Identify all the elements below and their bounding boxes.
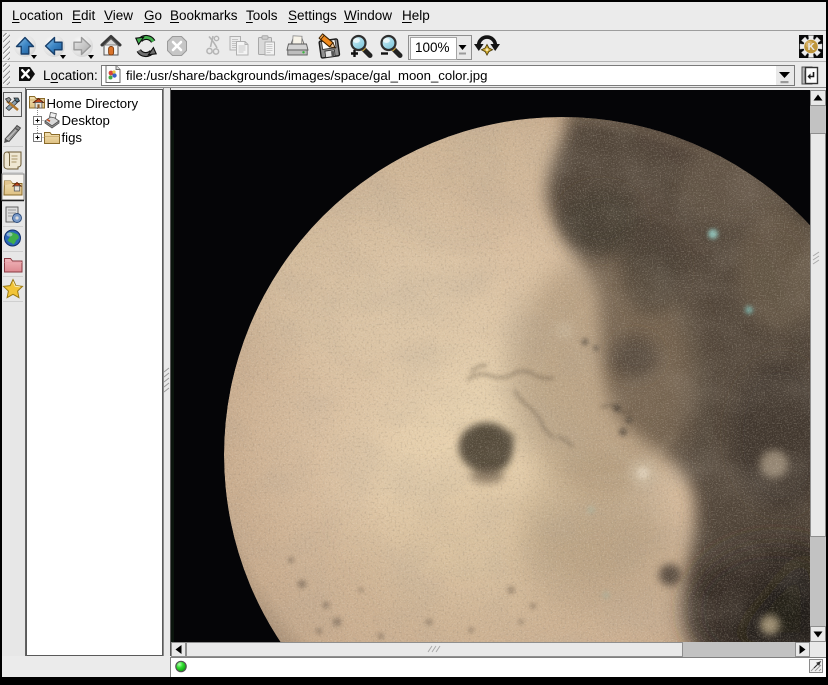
svg-text:K: K: [808, 42, 816, 53]
